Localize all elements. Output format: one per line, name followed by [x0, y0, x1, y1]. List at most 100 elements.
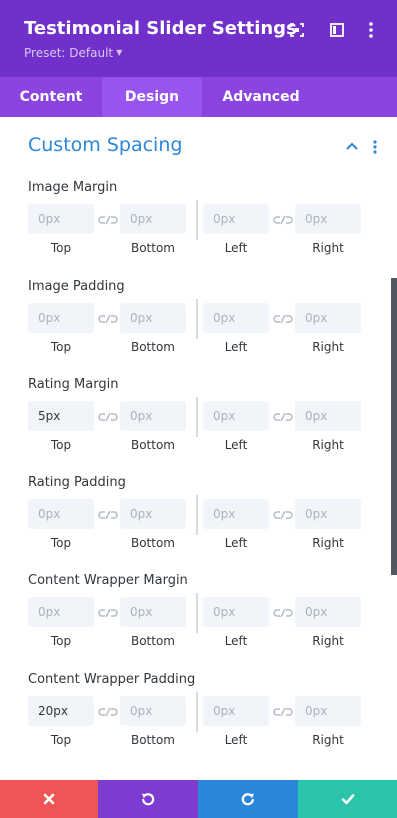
link-values-icon[interactable] [97, 311, 119, 325]
divider [196, 397, 198, 437]
fullscreen-icon[interactable] [287, 20, 307, 40]
redo-icon [241, 793, 254, 806]
bottom-label: Bottom [130, 536, 175, 550]
left-label: Left [224, 634, 248, 648]
bottom-value-input[interactable] [120, 401, 186, 431]
tab-design[interactable]: Design [102, 77, 202, 117]
left-value-input[interactable] [203, 499, 269, 529]
spacing-group: Rating Padding Top Bottom Left Right [0, 475, 397, 565]
left-label: Left [224, 733, 248, 747]
link-values-icon[interactable] [272, 311, 294, 325]
link-values-icon[interactable] [272, 507, 294, 521]
spacing-group: Image Padding Top Bottom Left Right [0, 279, 397, 369]
checkmark-icon [341, 794, 354, 805]
top-value-input[interactable] [28, 499, 94, 529]
columns-icon[interactable] [327, 20, 347, 40]
bottom-value-input[interactable] [120, 597, 186, 627]
top-label: Top [50, 634, 72, 648]
link-values-icon[interactable] [272, 409, 294, 423]
left-value-input[interactable] [203, 401, 269, 431]
right-value-input[interactable] [295, 303, 361, 333]
spacing-group: Content Wrapper Padding Top Bottom Left Righ… [0, 672, 397, 762]
link-values-icon[interactable] [272, 704, 294, 718]
more-vertical-icon[interactable] [361, 20, 381, 40]
top-label: Top [50, 340, 72, 354]
right-value-input[interactable] [295, 499, 361, 529]
divider [196, 692, 198, 732]
tab-advanced[interactable]: Advanced [202, 77, 320, 117]
preset-selector[interactable]: Preset: Default ▼ [24, 46, 122, 60]
right-label: Right [312, 634, 344, 648]
link-values-icon[interactable] [272, 605, 294, 619]
undo-icon [142, 793, 155, 806]
bottom-label: Bottom [130, 634, 175, 648]
right-label: Right [312, 438, 344, 452]
left-value-input[interactable] [203, 303, 269, 333]
group-label: Content Wrapper Padding [28, 672, 196, 687]
group-label: Content Wrapper Margin [28, 573, 188, 588]
group-label: Rating Margin [28, 377, 119, 392]
bottom-value-input[interactable] [120, 204, 186, 234]
settings-panel: Testimonial Slider Settings Preset: Defa… [0, 0, 397, 818]
group-label: Rating Padding [28, 475, 126, 490]
divider [196, 200, 198, 240]
link-values-icon[interactable] [97, 605, 119, 619]
top-label: Top [50, 733, 72, 747]
tab-bar: Content Design Advanced [0, 77, 397, 117]
right-label: Right [312, 536, 344, 550]
top-value-input[interactable] [28, 696, 94, 726]
spacing-group: Image Margin Top Bottom Left Right [0, 180, 397, 270]
spacing-group: Rating Margin Top Bottom Left Right [0, 377, 397, 467]
bottom-label: Bottom [130, 438, 175, 452]
left-value-input[interactable] [203, 597, 269, 627]
link-values-icon[interactable] [97, 704, 119, 718]
top-label: Top [50, 438, 72, 452]
bottom-value-input[interactable] [120, 499, 186, 529]
discard-button[interactable] [0, 780, 98, 818]
left-label: Left [224, 536, 248, 550]
section-more-icon[interactable] [370, 139, 380, 155]
link-values-icon[interactable] [97, 409, 119, 423]
close-icon [43, 793, 55, 805]
link-values-icon[interactable] [272, 212, 294, 226]
bottom-label: Bottom [130, 733, 175, 747]
bottom-value-input[interactable] [120, 696, 186, 726]
chevron-up-icon[interactable] [344, 139, 360, 153]
preset-label: Preset: Default [24, 46, 114, 60]
bottom-label: Bottom [130, 241, 175, 255]
save-button[interactable] [298, 780, 397, 818]
divider [196, 593, 198, 633]
undo-button[interactable] [98, 780, 198, 818]
group-label: Image Margin [28, 180, 118, 195]
redo-button[interactable] [198, 780, 298, 818]
top-value-input[interactable] [28, 401, 94, 431]
right-value-input[interactable] [295, 597, 361, 627]
right-value-input[interactable] [295, 204, 361, 234]
divider [196, 495, 198, 535]
link-values-icon[interactable] [97, 507, 119, 521]
right-value-input[interactable] [295, 401, 361, 431]
spacing-group: Content Wrapper Margin Top Bottom Left Right [0, 573, 397, 663]
right-label: Right [312, 733, 344, 747]
left-value-input[interactable] [203, 204, 269, 234]
bottom-label: Bottom [130, 340, 175, 354]
top-label: Top [50, 536, 72, 550]
scrollbar[interactable] [391, 278, 397, 575]
right-label: Right [312, 241, 344, 255]
panel-title: Testimonial Slider Settings [24, 18, 297, 39]
section-title[interactable]: Custom Spacing [28, 134, 182, 156]
panel-header: Testimonial Slider Settings Preset: Defa… [0, 0, 397, 77]
action-footer [0, 780, 397, 818]
right-value-input[interactable] [295, 696, 361, 726]
top-value-input[interactable] [28, 303, 94, 333]
left-value-input[interactable] [203, 696, 269, 726]
top-value-input[interactable] [28, 204, 94, 234]
link-values-icon[interactable] [97, 212, 119, 226]
bottom-value-input[interactable] [120, 303, 186, 333]
top-value-input[interactable] [28, 597, 94, 627]
left-label: Left [224, 438, 248, 452]
left-label: Left [224, 340, 248, 354]
divider [196, 299, 198, 339]
tab-content[interactable]: Content [0, 77, 102, 117]
group-label: Image Padding [28, 279, 125, 294]
